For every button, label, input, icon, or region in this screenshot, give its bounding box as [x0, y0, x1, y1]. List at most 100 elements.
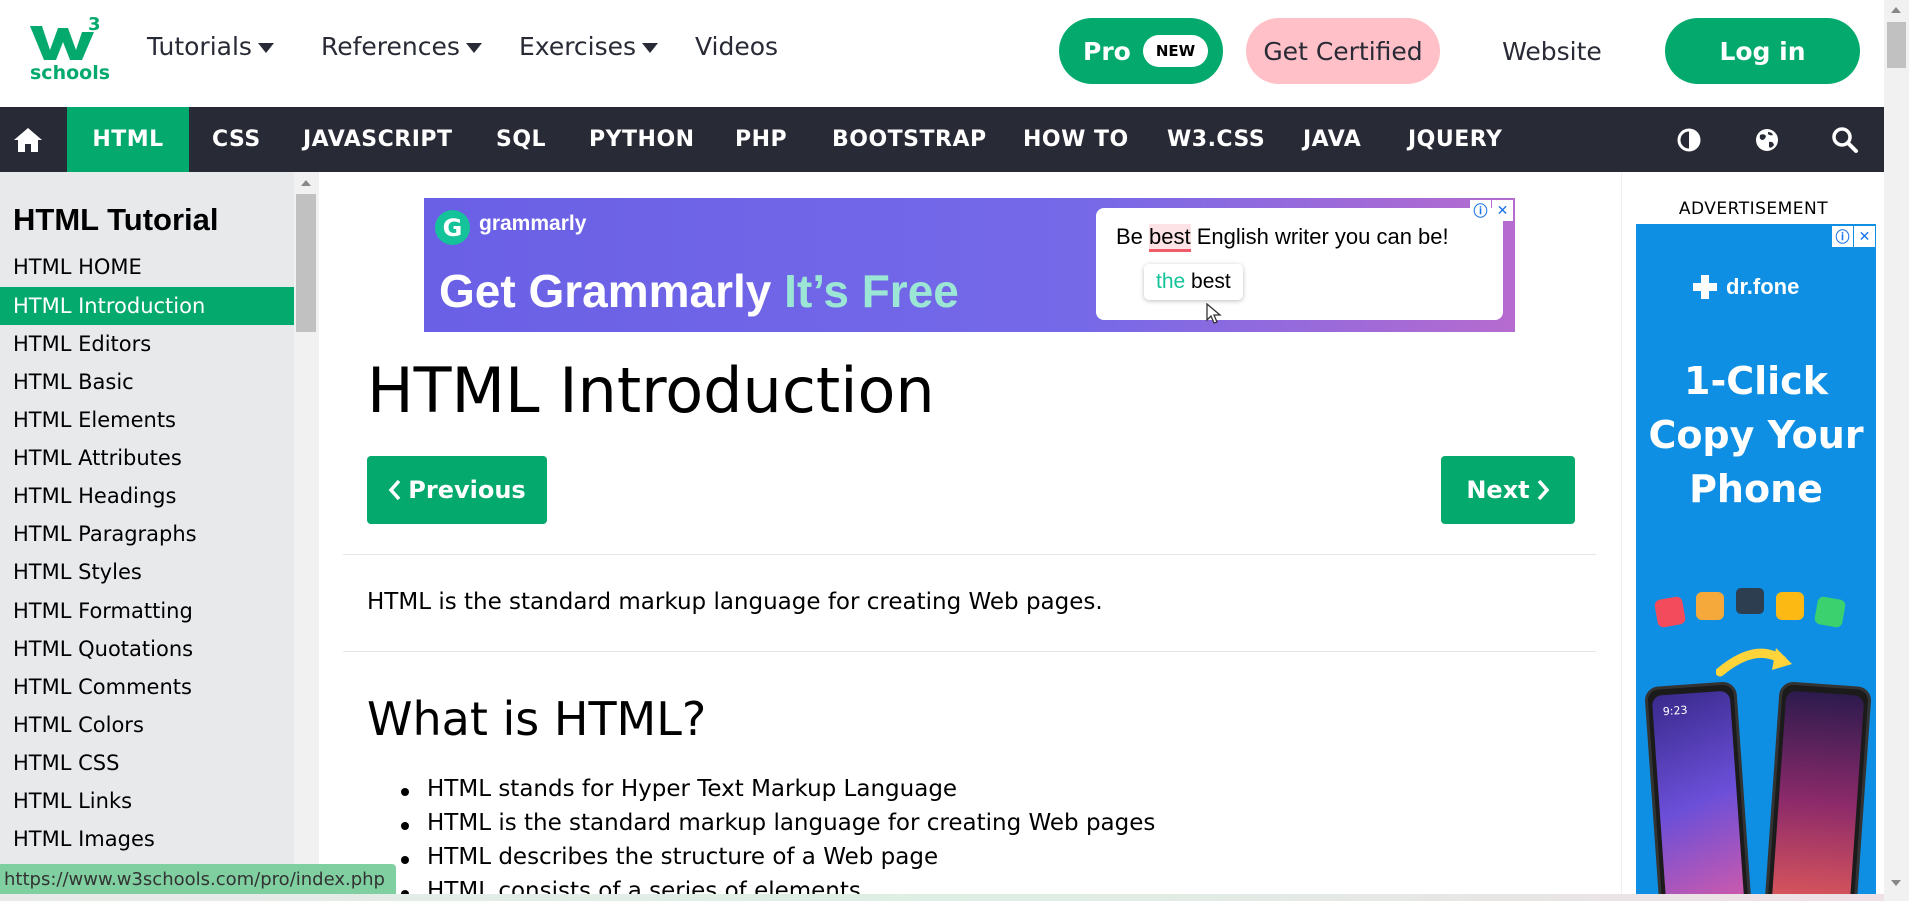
nav-javascript[interactable]: JAVASCRIPT — [303, 107, 453, 172]
chevron-right-icon — [1537, 479, 1549, 501]
ad-close-icon[interactable]: ✕ — [1492, 200, 1513, 221]
top-bar: 3 schools Tutorials References Exercises… — [0, 0, 1884, 107]
mouse-cursor-icon — [1206, 303, 1222, 324]
sidebar-item-html-styles[interactable]: HTML Styles — [0, 553, 294, 591]
sidebar-item-html-attributes[interactable]: HTML Attributes — [0, 439, 294, 477]
sidebar-item-html-colors[interactable]: HTML Colors — [0, 706, 294, 744]
ad-info-icon[interactable]: ⓘ — [1832, 226, 1853, 247]
sidebar-item-html-basic[interactable]: HTML Basic — [0, 363, 294, 401]
references-menu-label: References — [321, 32, 460, 61]
home-icon — [13, 127, 42, 152]
html-facts-list: HTML stands for Hyper Text Markup Langua… — [400, 776, 1155, 901]
nav-html[interactable]: HTML — [67, 107, 189, 172]
sidebar-scrollbar[interactable] — [294, 172, 319, 901]
ad-info-icon[interactable]: ⓘ — [1470, 200, 1491, 221]
sidebar-item-html-introduction[interactable]: HTML Introduction — [0, 287, 294, 325]
sidebar-item-html-links[interactable]: HTML Links — [0, 782, 294, 820]
drfone-brand-name: dr.fone — [1726, 274, 1800, 299]
sidebar-item-html-paragraphs[interactable]: HTML Paragraphs — [0, 515, 294, 553]
ad-suggestion-card: Be best English writer you can be! the b… — [1096, 208, 1503, 324]
sidebar-item-html-editors[interactable]: HTML Editors — [0, 325, 294, 363]
sidebar-item-html-images[interactable]: HTML Images — [0, 820, 294, 858]
next-button[interactable]: Next — [1441, 456, 1575, 524]
exercises-menu[interactable]: Exercises — [519, 32, 659, 61]
language-button[interactable] — [1748, 107, 1786, 172]
w3schools-logo[interactable]: 3 schools — [28, 16, 110, 88]
caret-down-icon — [257, 42, 274, 53]
ad-chip-insert: the — [1156, 270, 1186, 293]
scroll-up-arrow-icon[interactable] — [1891, 7, 1901, 13]
nav-sql[interactable]: SQL — [496, 107, 546, 172]
next-button-label: Next — [1466, 476, 1530, 504]
search-button[interactable] — [1826, 107, 1864, 172]
iphone-image — [1764, 681, 1872, 901]
divider — [343, 554, 1596, 555]
drfone-ad[interactable]: ⓘ ✕ dr.fone 1-Click Copy Your Phone 9:23 — [1636, 224, 1876, 901]
ad-close-icon[interactable]: ✕ — [1854, 226, 1875, 247]
nav-java[interactable]: JAVA — [1303, 107, 1361, 172]
theme-toggle-button[interactable] — [1670, 107, 1708, 172]
nav-jquery[interactable]: JQUERY — [1408, 107, 1502, 172]
page-scrollbar[interactable] — [1884, 0, 1909, 901]
list-item: HTML is the standard markup language for… — [400, 810, 1155, 844]
nav-css[interactable]: CSS — [212, 107, 261, 172]
ad-chip-word: best — [1185, 270, 1231, 293]
nav-php[interactable]: PHP — [735, 107, 787, 172]
divider — [343, 651, 1596, 652]
sidebar-item-html-elements[interactable]: HTML Elements — [0, 401, 294, 439]
home-button[interactable] — [0, 107, 55, 172]
page-scroll-thumb[interactable] — [1887, 22, 1906, 68]
page: 3 schools Tutorials References Exercises… — [0, 0, 1909, 901]
app-icons-row — [1654, 588, 1846, 628]
scroll-down-arrow-icon[interactable] — [1891, 880, 1901, 886]
nav-python[interactable]: PYTHON — [589, 107, 695, 172]
drfone-ad-line: 1-Click — [1684, 359, 1828, 403]
ad-headline: Get Grammarly It’s Free — [439, 264, 959, 318]
grammarly-ad-banner[interactable]: G grammarly Get Grammarly It’s Free Be b… — [424, 198, 1515, 332]
grammarly-logo-icon: G — [435, 210, 470, 245]
nav-how-to[interactable]: HOW TO — [1023, 107, 1129, 172]
videos-link[interactable]: Videos — [695, 32, 778, 61]
new-badge: NEW — [1142, 35, 1209, 67]
contrast-icon — [1677, 128, 1701, 151]
nav-w3css[interactable]: W3.CSS — [1167, 107, 1265, 172]
list-item: HTML describes the structure of a Web pa… — [400, 844, 1155, 878]
tutorial-sidebar: HTML Tutorial HTML HOME HTML Introductio… — [0, 172, 294, 901]
sidebar-item-html-home[interactable]: HTML HOME — [0, 248, 294, 286]
drfone-brand: dr.fone — [1692, 274, 1799, 300]
android-phone-image: 9:23 — [1644, 681, 1752, 901]
main-content: G grammarly Get Grammarly It’s Free Be b… — [319, 172, 1621, 901]
previous-button[interactable]: Previous — [367, 456, 547, 524]
status-bar-url: https://www.w3schools.com/pro/index.php — [0, 864, 396, 894]
drfone-ad-line: Copy Your — [1648, 413, 1864, 457]
w3-logo-icon: 3 — [30, 16, 101, 60]
sidebar-scroll-thumb[interactable] — [296, 194, 316, 332]
ad-card-marked-word: best — [1149, 224, 1191, 252]
tutorials-menu[interactable]: Tutorials — [147, 32, 274, 61]
nav-bootstrap[interactable]: BOOTSTRAP — [832, 107, 987, 172]
sidebar-item-html-formatting[interactable]: HTML Formatting — [0, 592, 294, 630]
website-link[interactable]: Website — [1490, 18, 1614, 84]
caret-down-icon — [465, 42, 482, 53]
ad-suggestion-chip: the best — [1144, 264, 1243, 300]
scroll-up-arrow-icon[interactable] — [301, 180, 311, 186]
references-menu[interactable]: References — [321, 32, 482, 61]
list-item: HTML stands for Hyper Text Markup Langua… — [400, 776, 1155, 810]
plus-logo-icon — [1693, 275, 1717, 299]
get-certified-button[interactable]: Get Certified — [1246, 18, 1440, 84]
phone-clock: 9:23 — [1662, 703, 1688, 719]
pro-button[interactable]: Pro NEW — [1059, 18, 1223, 84]
sidebar-item-html-css[interactable]: HTML CSS — [0, 744, 294, 782]
sidebar-item-html-comments[interactable]: HTML Comments — [0, 668, 294, 706]
drfone-ad-text: 1-Click Copy Your Phone — [1636, 354, 1876, 516]
ad-brand-name: grammarly — [479, 212, 587, 235]
pro-button-label: Pro — [1083, 36, 1131, 66]
ad-card-sentence: Be best English writer you can be! — [1116, 224, 1449, 252]
sidebar-item-html-headings[interactable]: HTML Headings — [0, 477, 294, 515]
login-button[interactable]: Log in — [1665, 18, 1860, 84]
advertisement-label: ADVERTISEMENT — [1678, 199, 1829, 219]
search-icon — [1832, 126, 1858, 153]
bottom-edge — [0, 894, 1884, 901]
sidebar-item-html-quotations[interactable]: HTML Quotations — [0, 630, 294, 668]
sidebar-title: HTML Tutorial — [13, 202, 219, 237]
